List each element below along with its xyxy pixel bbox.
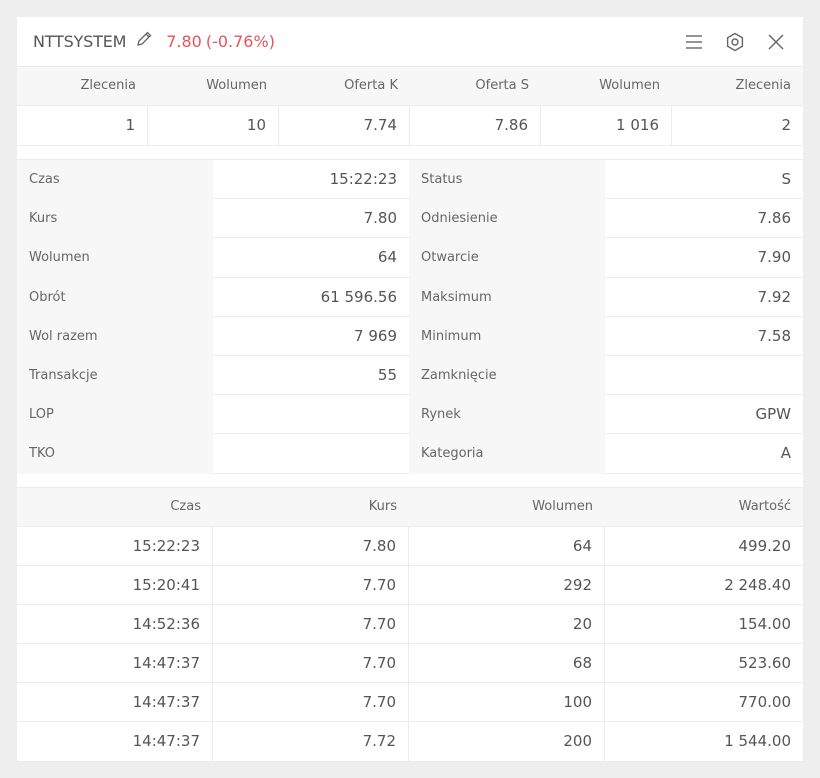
trade-volume: 100 xyxy=(409,683,605,723)
trade-time: 14:47:37 xyxy=(17,722,213,762)
bid-price: 7.74 xyxy=(279,106,410,145)
column-header[interactable]: Oferta S xyxy=(410,67,541,105)
column-header[interactable]: Zlecenia xyxy=(672,67,803,105)
trade-price: 7.80 xyxy=(213,526,409,566)
detail-label: Rynek xyxy=(409,395,605,435)
pencil-icon[interactable] xyxy=(135,30,153,48)
detail-label: Transakcje xyxy=(17,355,213,396)
order-book-row: 1 10 7.74 7.86 1 016 2 xyxy=(17,106,803,146)
instrument-panel: NTTSYSTEM 7.80 (-0.76%) Zlecenia Wolumen… xyxy=(17,17,803,762)
detail-label: Kurs xyxy=(17,199,213,239)
column-header[interactable]: Zlecenia xyxy=(17,67,148,105)
trade-volume: 64 xyxy=(409,526,605,566)
trade-price: 7.70 xyxy=(213,683,409,723)
detail-value xyxy=(213,434,409,474)
detail-value xyxy=(605,356,803,396)
ask-price: 7.86 xyxy=(410,106,541,145)
column-header[interactable]: Oferta K xyxy=(279,67,410,105)
trade-value: 499.20 xyxy=(738,536,792,555)
trade-value: 770.00 xyxy=(738,693,792,712)
table-row[interactable]: 15:20:41 7.70 292 2 248.40 xyxy=(17,565,803,605)
detail-value: 64 xyxy=(213,238,409,278)
trades-header: Czas Kurs Wolumen Wartość xyxy=(17,486,803,527)
detail-value: 7.80 xyxy=(213,199,409,239)
detail-value: 7 969 xyxy=(213,317,409,356)
trade-time: 14:52:36 xyxy=(17,604,213,644)
menu-icon[interactable] xyxy=(683,31,705,53)
detail-label: Kategoria xyxy=(409,434,605,474)
trade-price: 7.70 xyxy=(213,644,409,684)
order-book-header: Zlecenia Wolumen Oferta K Oferta S Wolum… xyxy=(17,66,803,106)
ask-volume: 1 016 xyxy=(541,106,672,145)
detail-label: TKO xyxy=(17,434,213,474)
details-grid: Czas 15:22:23 Status S Kurs 7.80 Odniesi… xyxy=(17,159,803,474)
detail-value: 7.86 xyxy=(605,199,803,239)
settings-icon[interactable] xyxy=(724,31,746,53)
trades-list: 15:22:23 7.80 64 499.20 15:20:41 7.70 29… xyxy=(17,526,803,762)
detail-label: Odniesienie xyxy=(409,199,605,239)
column-header[interactable]: Czas xyxy=(17,488,213,526)
spacer xyxy=(17,146,803,159)
detail-label: Wol razem xyxy=(17,316,213,356)
detail-value xyxy=(213,395,409,435)
bid-orders: 1 xyxy=(17,106,148,145)
table-row[interactable]: 14:47:37 7.70 100 770.00 xyxy=(17,683,803,723)
detail-label: Zamknięcie xyxy=(409,355,605,396)
close-icon[interactable] xyxy=(765,31,787,53)
trade-value: 1 544.00 xyxy=(724,732,791,751)
trade-volume: 292 xyxy=(409,565,605,605)
trade-price: 7.72 xyxy=(213,722,409,762)
trade-value: 523.60 xyxy=(738,654,792,673)
trade-time: 15:20:41 xyxy=(17,565,213,605)
detail-label: Status xyxy=(409,160,605,200)
ticker-symbol: NTTSYSTEM xyxy=(33,32,127,51)
trade-volume: 200 xyxy=(409,722,605,762)
last-price: 7.80 xyxy=(166,32,202,51)
trade-volume: 68 xyxy=(409,644,605,684)
detail-value: 7.92 xyxy=(605,278,803,317)
header-actions xyxy=(664,31,787,53)
detail-value: 61 596.56 xyxy=(213,278,409,317)
trade-price: 7.70 xyxy=(213,565,409,605)
table-row[interactable]: 14:47:37 7.72 200 1 544.00 xyxy=(17,722,803,762)
trade-value: 154.00 xyxy=(738,614,792,633)
trade-time: 14:47:37 xyxy=(17,644,213,684)
detail-value: GPW xyxy=(605,395,803,435)
detail-label: Wolumen xyxy=(17,238,213,278)
detail-label: Minimum xyxy=(409,316,605,356)
detail-value: 7.90 xyxy=(605,238,803,278)
detail-value: S xyxy=(605,160,803,200)
detail-value: A xyxy=(605,434,803,474)
column-header[interactable]: Wolumen xyxy=(409,488,605,526)
detail-label: Obrót xyxy=(17,277,213,317)
trade-time: 15:22:23 xyxy=(17,526,213,566)
detail-value: 15:22:23 xyxy=(213,160,409,200)
column-header[interactable]: Wolumen xyxy=(541,67,672,105)
ask-orders: 2 xyxy=(781,116,791,134)
table-row[interactable]: 14:52:36 7.70 20 154.00 xyxy=(17,604,803,645)
trade-value: 2 248.40 xyxy=(724,575,791,594)
bid-volume: 10 xyxy=(148,106,279,145)
panel-header: NTTSYSTEM 7.80 (-0.76%) xyxy=(17,17,803,66)
column-header[interactable]: Wartość xyxy=(605,488,803,526)
column-header[interactable]: Wolumen xyxy=(148,67,279,105)
detail-value: 55 xyxy=(213,356,409,396)
trade-time: 14:47:37 xyxy=(17,683,213,723)
detail-label: Otwarcie xyxy=(409,238,605,278)
detail-label: LOP xyxy=(17,395,213,435)
column-header[interactable]: Kurs xyxy=(213,488,409,526)
table-row[interactable]: 14:47:37 7.70 68 523.60 xyxy=(17,644,803,684)
price-change: (-0.76%) xyxy=(205,32,275,51)
trade-volume: 20 xyxy=(409,604,605,644)
table-row[interactable]: 15:22:23 7.80 64 499.20 xyxy=(17,526,803,566)
detail-label: Czas xyxy=(17,160,213,200)
detail-label: Maksimum xyxy=(409,277,605,317)
trade-price: 7.70 xyxy=(213,604,409,644)
detail-value: 7.58 xyxy=(605,317,803,356)
